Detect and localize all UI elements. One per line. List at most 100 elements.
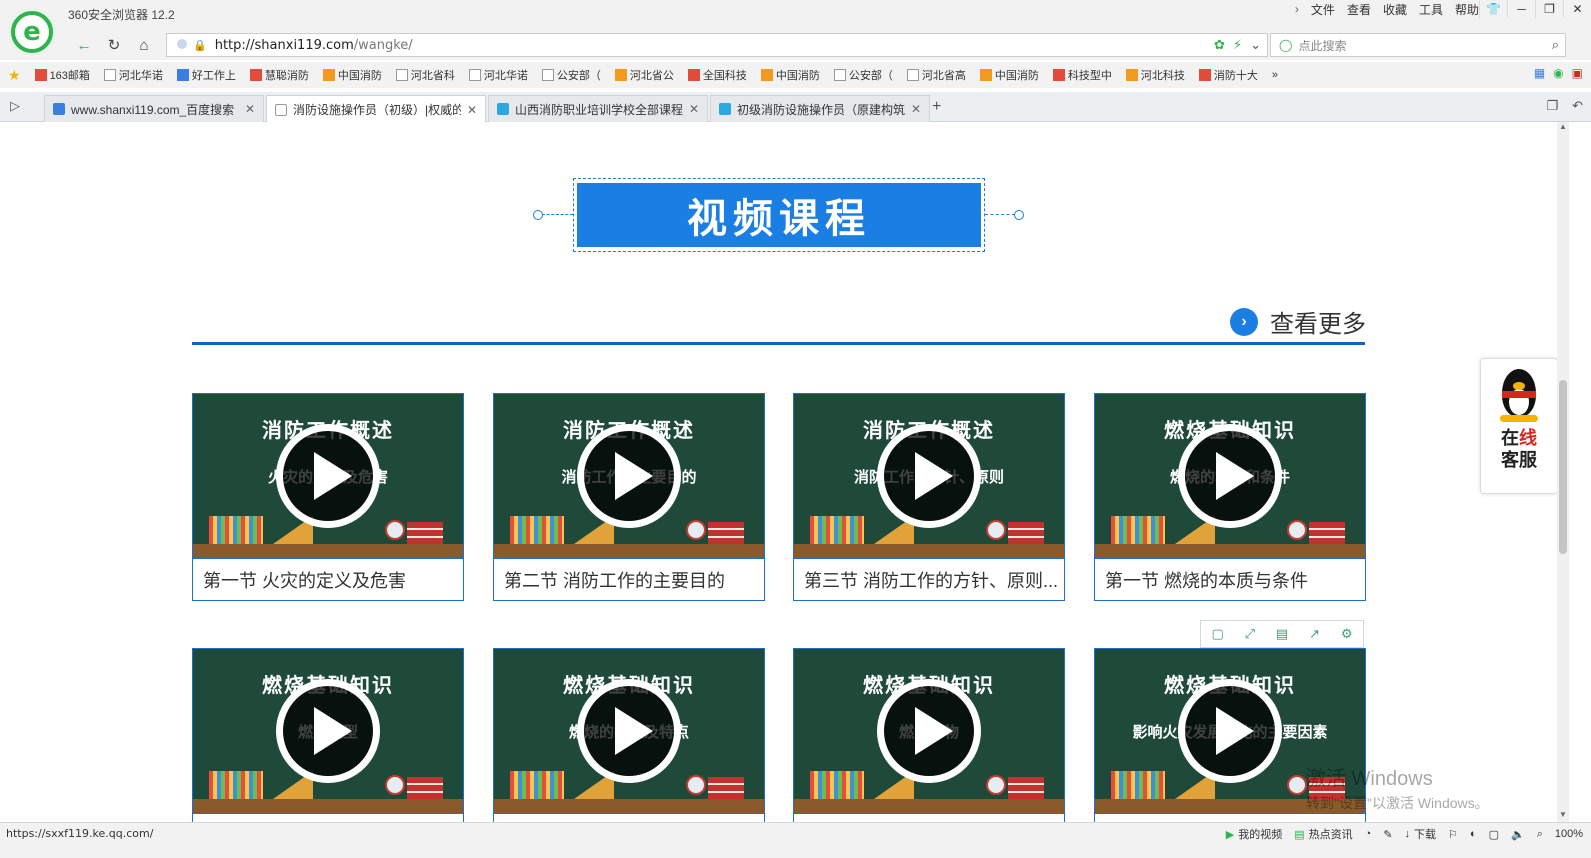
bookmark-item[interactable]: 中国消防 <box>322 67 382 83</box>
online-service-widget[interactable]: 在线 客服 <box>1480 358 1558 494</box>
skin-icon[interactable]: 👕 <box>1479 0 1507 18</box>
course-title[interactable]: 第一节 燃烧的本质与条件 <box>1095 558 1365 600</box>
tab-close-icon[interactable]: ✕ <box>689 102 699 116</box>
insecure-lock-icon[interactable]: 🔒 <box>193 39 207 52</box>
bookmark-item[interactable]: 河北科技 <box>1125 67 1185 83</box>
undo-close-icon[interactable]: ↶ <box>1572 98 1583 114</box>
translate-icon[interactable]: ⚐ <box>1448 828 1458 841</box>
screenshot-icon[interactable]: ▢ <box>1489 828 1499 841</box>
menu-help[interactable]: 帮助 <box>1455 1 1479 18</box>
my-videos-button[interactable]: ▶ 我的视频 <box>1226 826 1282 842</box>
bookmark-item[interactable]: 科技型中 <box>1052 67 1112 83</box>
course-thumbnail[interactable]: 消防工作概述 消防工作的方针、原则 <box>794 394 1064 558</box>
pin-icon[interactable]: ✎ <box>1383 828 1392 841</box>
bookmark-item[interactable]: 河北省公 <box>614 67 674 83</box>
refresh-icon[interactable]: ↻ <box>102 34 126 56</box>
vertical-scrollbar[interactable]: ▲ ▼ <box>1557 122 1569 822</box>
course-card[interactable]: 燃烧基础知识 燃烧的类型及特点 <box>493 648 765 822</box>
tab-operator-course[interactable]: 初级消防设施操作员（原建构筑 ✕ <box>710 95 930 122</box>
course-title[interactable] <box>193 813 463 822</box>
course-thumbnail[interactable]: 消防工作概述 火灾的定义及危害 <box>193 394 463 558</box>
view-more-link[interactable]: › 查看更多 <box>1230 304 1366 339</box>
apps-grid-icon[interactable]: ▦ <box>1534 66 1545 80</box>
back-arrow-icon[interactable]: ← <box>72 34 96 56</box>
search-engine-icon[interactable]: ◯ <box>1279 38 1292 52</box>
bookmark-item[interactable]: 公安部（ <box>541 67 601 83</box>
course-title[interactable] <box>1095 813 1365 822</box>
speed-mode-icon[interactable]: ⚡ <box>1233 37 1242 53</box>
site-info-icon[interactable] <box>177 38 187 49</box>
dropdown-chevron-icon[interactable]: ⌄ <box>1250 37 1261 53</box>
tab-close-icon[interactable]: ✕ <box>911 102 921 116</box>
chevron-right-icon[interactable]: › <box>1295 2 1299 16</box>
tab-close-icon[interactable]: ✕ <box>245 102 255 116</box>
minimize-button[interactable]: ─ <box>1507 0 1535 18</box>
menu-tools[interactable]: 工具 <box>1419 1 1443 18</box>
course-card[interactable]: 燃烧基础知识 燃烧类型 <box>192 648 464 822</box>
menu-file[interactable]: 文件 <box>1311 1 1335 18</box>
play-icon[interactable] <box>276 679 380 783</box>
course-card[interactable]: 燃烧基础知识 燃烧的本质和条件 第一节 燃烧的本质与条件 <box>1094 393 1366 601</box>
browser-logo[interactable]: e <box>8 8 56 56</box>
bookmark-item[interactable]: 消防十大 <box>1198 67 1258 83</box>
menu-view[interactable]: 查看 <box>1347 1 1371 18</box>
bookmark-item[interactable]: 慧聪消防 <box>249 67 309 83</box>
tab-baidu[interactable]: www.shanxi119.com_百度搜索 ✕ <box>44 95 264 122</box>
bookmark-item[interactable]: 河北华诺 <box>103 67 163 83</box>
security-shield-icon[interactable]: ✿ <box>1214 37 1225 53</box>
url-text[interactable]: http://shanxi119.com/wangke/ <box>215 38 413 53</box>
course-thumbnail[interactable]: 燃烧基础知识 燃烧的类型及特点 <box>494 649 764 813</box>
course-title[interactable]: 第三节 消防工作的方针、原则... <box>794 558 1064 600</box>
play-icon[interactable] <box>877 424 981 528</box>
bookmark-item[interactable]: 163邮箱 <box>34 67 90 83</box>
course-card[interactable]: 消防工作概述 火灾的定义及危害 第一节 火灾的定义及危害 <box>192 393 464 601</box>
restore-button[interactable]: ❐ <box>1535 0 1563 18</box>
fullscreen-icon[interactable]: ⤢ <box>1245 626 1255 642</box>
course-title[interactable]: 第一节 火灾的定义及危害 <box>193 558 463 600</box>
browser-icon[interactable]: ◐ <box>1470 828 1477 840</box>
zoom-level[interactable]: 100% <box>1555 828 1583 840</box>
share-icon[interactable]: ↗ <box>1309 626 1320 642</box>
course-card[interactable]: 消防工作概述 消防工作的主要目的 第二节 消防工作的主要目的 <box>493 393 765 601</box>
course-thumbnail[interactable]: 燃烧基础知识 燃烧产物 <box>794 649 1064 813</box>
tab-close-icon[interactable]: ✕ <box>467 103 477 117</box>
play-icon[interactable] <box>276 424 380 528</box>
bookmark-item[interactable]: 河北省高 <box>906 67 966 83</box>
course-title[interactable] <box>494 813 764 822</box>
course-card[interactable]: 燃烧基础知识 燃烧产物 <box>793 648 1065 822</box>
alert-icon[interactable]: ▣ <box>1572 66 1583 80</box>
search-box[interactable]: ◯ 点此搜索 ⌕ <box>1270 33 1566 57</box>
bookmark-item[interactable]: 公安部（ <box>833 67 893 83</box>
course-card[interactable]: 消防工作概述 消防工作的方针、原则 第三节 消防工作的方针、原则... <box>793 393 1065 601</box>
address-bar[interactable]: 🔒 http://shanxi119.com/wangke/ ✿ ⚡ ⌄ <box>166 33 1268 57</box>
course-title[interactable] <box>794 813 1064 822</box>
menu-favorites[interactable]: 收藏 <box>1383 1 1407 18</box>
scroll-up-icon[interactable]: ▲ <box>1557 122 1569 134</box>
bookmark-item[interactable]: 好工作上 <box>176 67 236 83</box>
tab-active[interactable]: 消防设施操作员（初级）|权威的 ✕ <box>266 95 486 123</box>
hot-news-button[interactable]: ▤ 热点资讯 <box>1294 826 1352 842</box>
download-button[interactable]: ↓ 下载 <box>1405 826 1437 842</box>
copy-icon[interactable]: ▢ <box>1211 626 1223 642</box>
bookmark-item[interactable]: 河北华诺 <box>468 67 528 83</box>
scrollbar-thumb[interactable] <box>1559 380 1567 554</box>
sidebar-toggle-icon[interactable]: ▷ <box>10 98 20 114</box>
play-icon[interactable] <box>1178 679 1282 783</box>
course-thumbnail[interactable]: 燃烧基础知识 燃烧类型 <box>193 649 463 813</box>
scroll-down-icon[interactable]: ▼ <box>1557 810 1569 822</box>
volume-icon[interactable]: 🔈 <box>1511 828 1525 841</box>
bookmark-item[interactable]: 中国消防 <box>760 67 820 83</box>
zoom-icon[interactable]: ⌕ <box>1537 828 1543 841</box>
play-icon[interactable] <box>577 424 681 528</box>
speed-icon[interactable]: ◔ <box>1365 828 1372 840</box>
new-tab-button[interactable]: + <box>932 98 941 116</box>
course-thumbnail[interactable]: 燃烧基础知识 燃烧的本质和条件 <box>1095 394 1365 558</box>
search-icon[interactable]: ⌕ <box>1552 37 1559 53</box>
extension-icon[interactable]: ◉ <box>1553 66 1563 80</box>
more-bookmarks-icon[interactable]: » <box>1272 69 1278 81</box>
course-thumbnail[interactable]: 消防工作概述 消防工作的主要目的 <box>494 394 764 558</box>
bookmark-item[interactable]: 全国科技 <box>687 67 747 83</box>
settings-gear-icon[interactable]: ⚙ <box>1341 626 1353 642</box>
tab-list-icon[interactable]: ❐ <box>1546 98 1558 114</box>
play-icon[interactable] <box>1178 424 1282 528</box>
